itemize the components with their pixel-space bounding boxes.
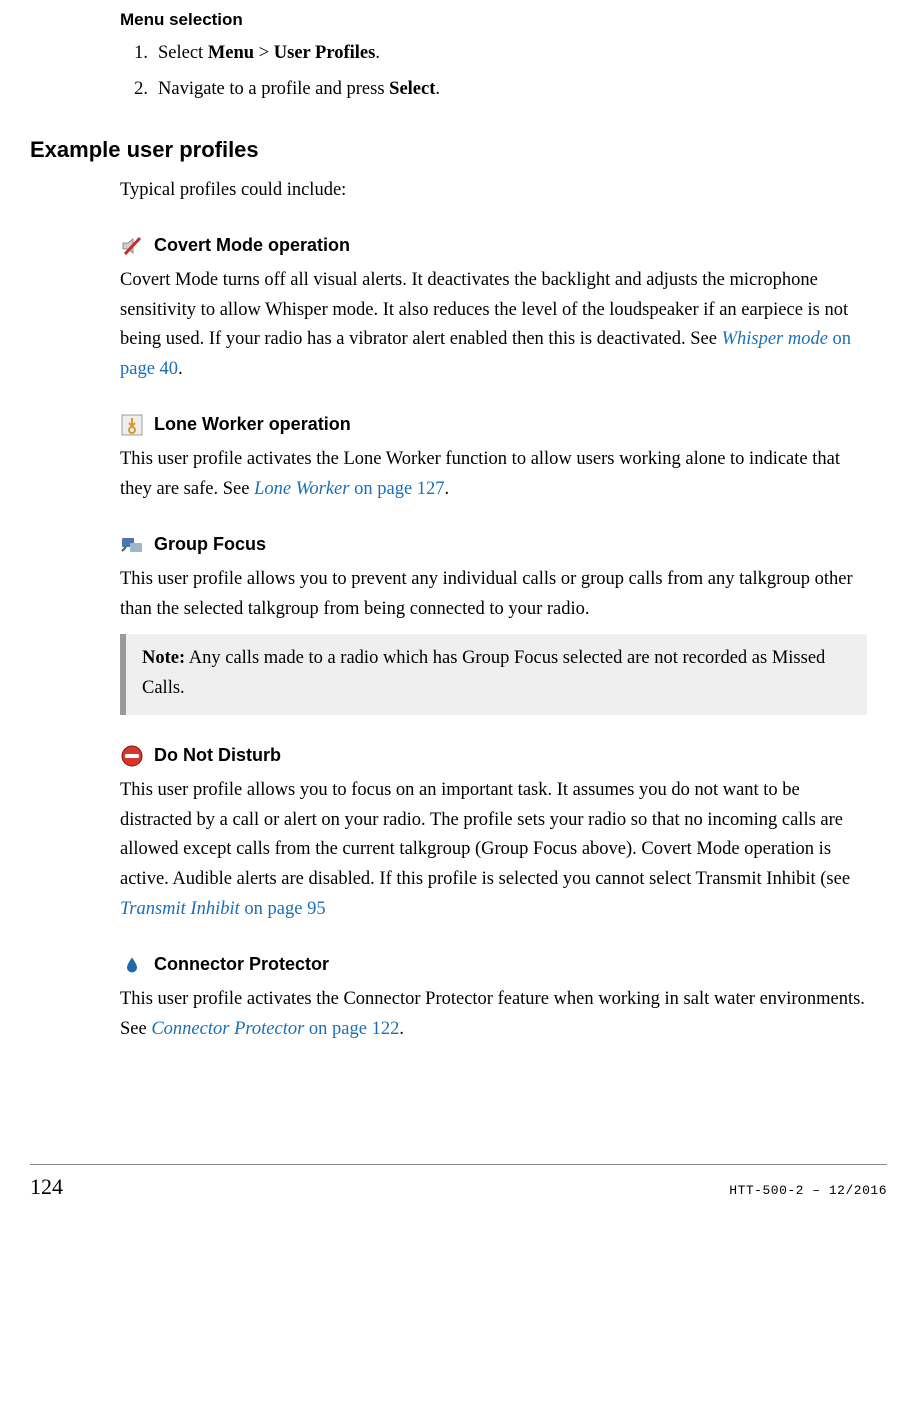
step-text: Navigate to a profile and press Select. xyxy=(158,75,440,105)
page-number: 124 xyxy=(30,1169,63,1204)
dnd-body: This user profile allows you to focus on… xyxy=(120,776,867,924)
group-body: This user profile allows you to prevent … xyxy=(120,565,867,624)
intro-text: Typical profiles could include: xyxy=(120,176,867,206)
covert-body: Covert Mode turns off all visual alerts.… xyxy=(120,266,867,384)
link-lone-worker[interactable]: Lone Worker on page 127 xyxy=(254,479,444,499)
step-text: Select Menu > User Profiles. xyxy=(158,39,380,69)
step-number: 1. xyxy=(120,39,148,69)
link-connector-protector[interactable]: Connector Protector on page 122 xyxy=(151,1019,399,1039)
page-footer: 124 HTT-500-2 – 12/2016 xyxy=(30,1165,887,1214)
group-focus-icon xyxy=(120,533,144,557)
step-2: 2. Navigate to a profile and press Selec… xyxy=(120,75,867,105)
heading-group-focus: Group Focus xyxy=(120,530,867,559)
menu-selection-steps: 1. Select Menu > User Profiles. 2. Navig… xyxy=(120,39,867,104)
document-id: HTT-500-2 – 12/2016 xyxy=(729,1181,887,1202)
heading-menu-selection: Menu selection xyxy=(120,6,867,33)
note-label: Note: xyxy=(142,648,185,668)
heading-text: Group Focus xyxy=(154,530,266,559)
heading-do-not-disturb: Do Not Disturb xyxy=(120,741,867,770)
conn-body: This user profile activates the Connecto… xyxy=(120,985,867,1044)
heading-connector-protector: Connector Protector xyxy=(120,950,867,979)
heading-text: Connector Protector xyxy=(154,950,329,979)
lone-worker-icon xyxy=(120,413,144,437)
heading-example-user-profiles: Example user profiles xyxy=(30,132,867,167)
speaker-muted-icon xyxy=(120,234,144,258)
heading-text: Covert Mode operation xyxy=(154,231,350,260)
heading-covert-mode: Covert Mode operation xyxy=(120,231,867,260)
page-content: Menu selection 1. Select Menu > User Pro… xyxy=(120,0,867,1044)
heading-text: Lone Worker operation xyxy=(154,410,351,439)
note-text: Any calls made to a radio which has Grou… xyxy=(142,648,825,698)
step-1: 1. Select Menu > User Profiles. xyxy=(120,39,867,69)
heading-lone-worker: Lone Worker operation xyxy=(120,410,867,439)
heading-text: Do Not Disturb xyxy=(154,741,281,770)
step-number: 2. xyxy=(120,75,148,105)
note-group-focus: Note: Any calls made to a radio which ha… xyxy=(120,634,867,715)
lone-body: This user profile activates the Lone Wor… xyxy=(120,445,867,504)
water-drop-icon xyxy=(120,953,144,977)
link-transmit-inhibit[interactable]: Transmit Inhibit on page 95 xyxy=(120,899,326,919)
do-not-disturb-icon xyxy=(120,744,144,768)
